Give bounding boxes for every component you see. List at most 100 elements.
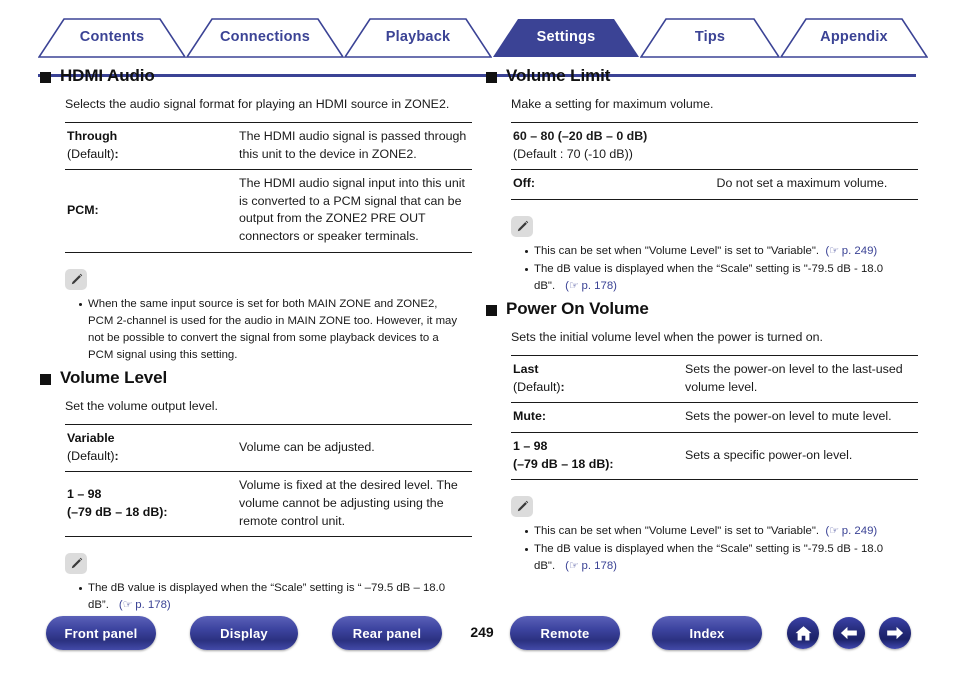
term-label: PCM: xyxy=(67,202,99,217)
term-label: Mute: xyxy=(513,409,547,424)
tab-label: Tips xyxy=(694,29,726,45)
home-icon[interactable] xyxy=(787,617,819,649)
section-heading: Volume Limit xyxy=(486,66,906,86)
table-cell-term: Mute: xyxy=(511,402,683,433)
term-label: Variable xyxy=(67,431,115,446)
note-item: This can be set when "Volume Level" is s… xyxy=(525,243,906,260)
square-bullet-icon xyxy=(40,373,51,385)
arrow-right-icon[interactable] xyxy=(879,617,911,649)
table-cell-term: 1 – 98 (–79 dB – 18 dB): xyxy=(65,471,237,538)
page-number: 249 xyxy=(470,624,494,640)
table-cell-term: Last (Default): xyxy=(511,355,683,403)
note-block: This can be set when "Volume Level" is s… xyxy=(486,215,906,295)
arrow-left-icon[interactable] xyxy=(833,617,865,649)
pointing-hand-icon: ☞ xyxy=(829,525,839,538)
pointing-hand-icon: ☞ xyxy=(568,280,579,293)
note-item: This can be set when "Volume Level" is s… xyxy=(525,523,906,540)
page-reference-link[interactable]: (☞ p. 178) xyxy=(119,599,171,611)
footer-button-label: Rear panel xyxy=(352,625,422,641)
table-cell-term: Variable (Default): xyxy=(65,424,237,472)
table-row: Last (Default): Sets the power-on level to… xyxy=(511,355,918,403)
term-label: 60 – 80 (–20 dB – 0 dB) xyxy=(513,128,648,143)
section-hdmi-audio: HDMI Audio Selects the audio signal forma… xyxy=(40,66,472,364)
settings-table: Last (Default): Sets the power-on level to… xyxy=(511,355,918,481)
table-cell-term: Through (Default): xyxy=(65,121,237,170)
square-bullet-icon xyxy=(486,304,497,316)
term-label: 1 – 98 xyxy=(67,487,102,502)
table-row: Off: Do not set a maximum volume. xyxy=(511,169,918,200)
pointing-hand-icon: ☞ xyxy=(568,560,579,573)
note-block: This can be set when "Volume Level" is s… xyxy=(486,496,906,575)
term-label: Last xyxy=(513,362,539,377)
square-bullet-icon xyxy=(40,71,51,83)
table-row: 60 – 80 (–20 dB – 0 dB) (Default : 70 (-1… xyxy=(511,121,918,170)
section-heading-text: HDMI Audio xyxy=(60,66,155,85)
note-item: The dB value is displayed when the “Scal… xyxy=(525,261,906,295)
tab-connections[interactable]: Connections xyxy=(185,18,345,58)
pencil-note-icon xyxy=(65,268,87,290)
table-cell-description: Volume is fixed at the desired level. Th… xyxy=(237,471,472,538)
page-reference-link[interactable]: (☞ p. 178) xyxy=(565,280,617,292)
note-item: The dB value is displayed when the “Scal… xyxy=(525,541,906,575)
square-bullet-icon xyxy=(486,71,497,83)
footer-button-display[interactable]: Display xyxy=(190,616,298,650)
page-reference-link[interactable]: (☞ p. 249) xyxy=(825,245,877,257)
table-cell-description: Sets the power-on level to the last-used… xyxy=(683,355,918,403)
term-label: 1 – 98 xyxy=(513,438,548,453)
term-sublabel: (Default): xyxy=(67,448,119,463)
note-item: The dB value is displayed when the “Scal… xyxy=(79,580,460,614)
page-reference-label: p. 178 xyxy=(581,560,614,573)
footer-button-front-panel[interactable]: Front panel xyxy=(46,616,156,650)
tab-playback[interactable]: Playback xyxy=(343,18,493,58)
page-reference-label: p. 178 xyxy=(135,599,167,612)
tab-label: Playback xyxy=(385,29,451,45)
section-intro-text: Sets the initial volume level when the p… xyxy=(511,330,824,345)
pencil-note-icon xyxy=(511,496,533,518)
section-heading-text: Volume Limit xyxy=(506,66,611,85)
tab-settings[interactable]: Settings xyxy=(492,18,640,58)
settings-table: Through (Default): The HDMI audio signal i… xyxy=(65,121,472,253)
pencil-note-icon xyxy=(65,553,87,575)
section-heading: HDMI Audio xyxy=(40,66,460,86)
tab-bar: Contents Connections Playback Settings Tips A… xyxy=(0,18,954,77)
page-reference-label: p. 178 xyxy=(581,280,614,293)
section-heading: Power On Volume xyxy=(486,299,906,319)
footer-navigation: Front panel Display Rear panel 249 Remot… xyxy=(0,616,954,662)
tab-appendix[interactable]: Appendix xyxy=(779,18,929,58)
footer-button-label: Display xyxy=(220,625,268,641)
table-cell-description: The HDMI audio signal input into this un… xyxy=(237,169,472,253)
section-intro-text: Make a setting for maximum volume. xyxy=(511,97,714,111)
footer-button-rear-panel[interactable]: Rear panel xyxy=(332,616,442,650)
page-reference-link[interactable]: (☞ p. 178) xyxy=(565,560,617,572)
note-list: The dB value is displayed when the “Scal… xyxy=(65,580,460,614)
term-sublabel: (Default : 70 (-10 dB)) xyxy=(513,146,633,161)
tab-label: Appendix xyxy=(820,29,888,45)
tab-list: Contents Connections Playback Settings Tips A… xyxy=(37,18,929,58)
table-row: 1 – 98 (–79 dB – 18 dB): Volume is fixed a… xyxy=(65,471,472,538)
note-block: When the same input source is set for bo… xyxy=(40,268,460,364)
term-sublabel: (Default): xyxy=(67,146,119,161)
page-reference-link[interactable]: (☞ p. 249) xyxy=(825,525,877,537)
footer-button-label: Front panel xyxy=(64,625,138,641)
table-cell-term: Off: xyxy=(511,169,715,200)
settings-table: Variable (Default): Volume can be adjusted… xyxy=(65,424,472,538)
tab-label: Connections xyxy=(219,29,310,45)
table-row: 1 – 98 (–79 dB – 18 dB): Sets a specific p… xyxy=(511,431,918,481)
table-cell-description: Volume can be adjusted. xyxy=(237,424,472,472)
section-volume-level: Volume Level Set the volume output level.… xyxy=(40,368,472,614)
term-label: Through xyxy=(67,128,118,143)
table-row: Through (Default): The HDMI audio signal i… xyxy=(65,121,472,170)
section-intro-text: Set the volume output level. xyxy=(65,399,218,414)
tab-label: Settings xyxy=(536,29,596,45)
section-heading-text: Volume Level xyxy=(60,368,168,388)
table-row: Variable (Default): Volume can be adjusted… xyxy=(65,424,472,472)
right-column: Volume Limit Make a setting for maximum v… xyxy=(486,66,918,580)
left-column: HDMI Audio Selects the audio signal forma… xyxy=(40,66,472,618)
tab-tips[interactable]: Tips xyxy=(639,18,781,58)
footer-button-label: Remote xyxy=(540,625,590,641)
footer-button-index[interactable]: Index xyxy=(652,616,762,650)
tab-contents[interactable]: Contents xyxy=(37,18,187,58)
footer-button-remote[interactable]: Remote xyxy=(510,616,620,650)
table-cell-description: Sets a specific power-on level. xyxy=(683,431,918,481)
page-reference-label: p. 249 xyxy=(841,525,874,538)
